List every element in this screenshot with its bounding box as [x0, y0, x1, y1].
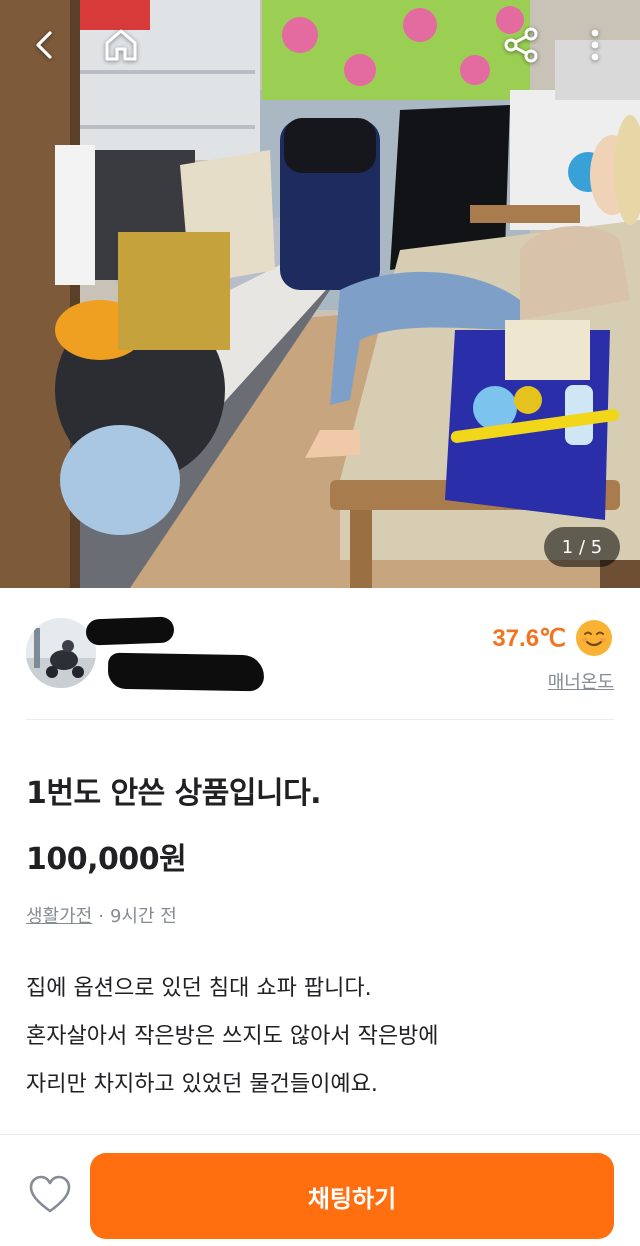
listing-price: 100,000원 [26, 842, 187, 877]
chat-button[interactable]: 채팅하기 [90, 1153, 614, 1239]
category-link[interactable]: 생활가전 [26, 906, 92, 927]
more-vertical-icon [591, 29, 599, 61]
description-line: 자리만 차지하고 있었던 물건들이예요. [26, 1072, 378, 1097]
redacted-location [107, 652, 265, 692]
listing-title: 1번도 안쓴 상품입니다. [26, 776, 322, 811]
manner-temperature-label[interactable]: 매너온도 [548, 668, 614, 694]
more-options-button[interactable] [572, 22, 618, 68]
smiley-face-icon [576, 620, 612, 656]
heart-outline-icon[interactable] [28, 1175, 72, 1215]
chevron-left-icon [36, 31, 52, 59]
description-line: 혼자살아서 작은방은 쓰지도 않아서 작은방에 [26, 1024, 439, 1049]
seller-profile-row[interactable]: 37.6℃ 매너온도 [0, 588, 640, 720]
bottom-action-bar: 채팅하기 [0, 1134, 640, 1246]
image-counter: 1 / 5 [544, 527, 620, 567]
description-line: 집에 옵션으로 있던 침대 쇼파 팝니다. [26, 976, 372, 1001]
section-divider [26, 719, 614, 720]
photo-top-bar [0, 0, 640, 92]
home-button[interactable] [98, 22, 144, 68]
share-icon [504, 27, 538, 63]
temperature-value: 37.6℃ [492, 624, 566, 652]
share-button[interactable] [498, 22, 544, 68]
home-icon [105, 29, 137, 61]
back-button[interactable] [22, 22, 68, 68]
posted-time: 9시간 전 [109, 906, 177, 927]
listing-meta: 생활가전 · 9시간 전 [26, 902, 177, 928]
meta-separator: · [98, 906, 104, 927]
manner-temperature[interactable]: 37.6℃ [492, 618, 614, 658]
product-photo[interactable]: 1 / 5 [0, 0, 640, 588]
listing-description: 집에 옵션으로 있던 침대 쇼파 팝니다. 혼자살아서 작은방은 쓰지도 않아서… [26, 965, 616, 1109]
redacted-nickname [85, 616, 175, 646]
